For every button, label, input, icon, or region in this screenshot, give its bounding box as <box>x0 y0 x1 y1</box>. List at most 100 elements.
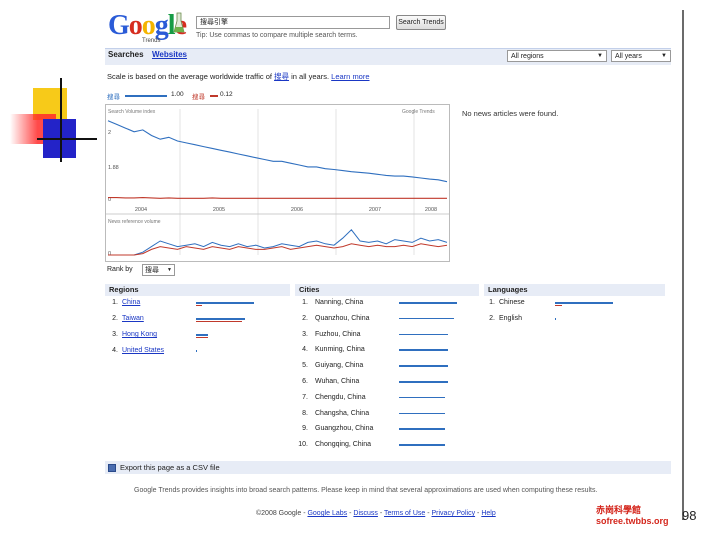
languages-title: Languages <box>488 285 528 294</box>
page-number: 98 <box>682 508 697 523</box>
watermark-line-1: 赤崗科學館 <box>596 505 642 515</box>
watermark: 赤崗科學館 sofree.twbbs.org <box>596 505 669 527</box>
csv-file-icon <box>108 464 116 472</box>
logo-subtitle: Trends <box>142 38 161 44</box>
search-tip: Tip: Use commas to compare multiple sear… <box>196 32 358 39</box>
search-trends-button[interactable]: Search Trends <box>396 15 446 30</box>
chevron-down-icon: ▼ <box>167 267 172 273</box>
scale-suffix: in all years. <box>289 72 330 81</box>
search-input[interactable]: 搜尋引擎 <box>196 16 390 29</box>
row-rank: 8. <box>302 409 308 417</box>
logo-letter: G <box>108 10 130 41</box>
bar-red <box>196 304 202 306</box>
bar-red <box>196 336 208 338</box>
y-tick-label: 1.88 <box>108 165 119 171</box>
bar-blue <box>399 381 449 383</box>
row-rank: 4. <box>112 347 118 354</box>
x-tick-label: 2008 <box>425 207 437 213</box>
legend-swatch-1 <box>125 95 167 97</box>
cities-row-name: Guangzhou, China <box>315 425 374 433</box>
decorative-vertical-line <box>60 78 62 162</box>
cities-title: Cities <box>299 285 320 294</box>
y-tick-label: 2 <box>108 130 111 136</box>
bar-red <box>196 320 243 322</box>
regions-row-name[interactable]: China <box>122 299 140 306</box>
tab-websites[interactable]: Websites <box>152 50 187 59</box>
footer-copyright: ©2008 Google - <box>256 510 308 517</box>
regions-row-name[interactable]: Taiwan <box>122 315 144 322</box>
bar-blue <box>399 365 449 367</box>
scale-term-link[interactable]: 搜尋 <box>274 72 289 81</box>
row-rank: 6. <box>302 378 308 385</box>
region-select-value: All regions <box>511 53 544 60</box>
cities-row-name: Changsha, China <box>315 409 370 417</box>
cities-row-name: Chongqing, China <box>315 441 372 449</box>
cities-row-name: Guiyang, China <box>315 362 364 370</box>
bar-blue <box>399 396 446 399</box>
bar-blue <box>555 302 613 304</box>
x-tick-label: 2004 <box>135 207 147 213</box>
regions-title: Regions <box>109 285 139 294</box>
chevron-down-icon: ▼ <box>597 53 603 59</box>
row-rank: 7. <box>302 393 308 401</box>
logo-letter: o <box>128 10 143 41</box>
row-rank: 4. <box>302 346 308 354</box>
bar-red <box>555 304 562 306</box>
news-message: No news articles were found. <box>462 109 559 118</box>
bar-blue <box>399 349 449 351</box>
rank-by-select[interactable]: 搜尋 ▼ <box>142 264 175 276</box>
trends-chart: Search Volume index Google Trends 2 1.88 0 20… <box>105 104 450 262</box>
chevron-down-icon: ▼ <box>661 53 667 59</box>
footer-links: ©2008 Google - Google Labs - Discuss - T… <box>256 510 496 517</box>
bar-blue <box>399 428 446 430</box>
cities-row-name: Wuhan, China <box>315 378 360 385</box>
scale-note: Scale is based on the average worldwide … <box>107 71 370 82</box>
row-rank: 3. <box>302 330 308 338</box>
panel-source: Google Trends <box>402 109 435 115</box>
cities-row-name: Quanzhou, China <box>315 314 370 322</box>
panel-title: News reference volume <box>108 219 161 225</box>
legend-term-1: 搜尋 <box>107 94 120 101</box>
row-rank: 2. <box>489 315 495 322</box>
flask-icon <box>173 12 185 33</box>
regions-row-name[interactable]: United States <box>122 347 164 354</box>
legend-value-1: 1.00 <box>171 91 184 98</box>
news-series-line-1 <box>108 229 448 256</box>
panel-title: Search Volume index <box>108 109 156 115</box>
legend-swatch-2 <box>210 95 218 97</box>
bar-blue <box>399 317 455 320</box>
legend-item-1[interactable]: 搜尋 1.00 <box>107 91 184 101</box>
rank-by-label: Rank by <box>107 266 133 273</box>
watermark-line-2: sofree.twbbs.org <box>596 516 669 526</box>
x-tick-label: 2007 <box>369 207 381 213</box>
footer-disclaimer: Google Trends provides insights into bro… <box>134 487 598 494</box>
footer-help-link[interactable]: Help <box>481 510 495 517</box>
legend-item-2[interactable]: 搜尋 0.12 <box>192 91 233 101</box>
years-select[interactable]: All years ▼ <box>611 50 671 62</box>
legend-term-2: 搜尋 <box>192 94 205 101</box>
cities-row-name: Fuzhou, China <box>315 330 361 338</box>
region-select[interactable]: All regions ▼ <box>507 50 607 62</box>
x-tick-label: 2006 <box>291 207 303 213</box>
cities-header-bar <box>295 284 479 296</box>
row-rank: 1. <box>112 299 118 306</box>
footer-discuss-link[interactable]: Discuss <box>353 510 378 517</box>
y-tick-label: 0 <box>108 251 111 257</box>
row-rank: 5. <box>302 362 308 370</box>
footer-google-labs-link[interactable]: Google Labs <box>307 510 347 517</box>
learn-more-link[interactable]: Learn more <box>331 72 369 81</box>
languages-row-name: English <box>499 315 522 322</box>
footer-privacy-link[interactable]: Privacy Policy <box>432 510 476 517</box>
bar-blue <box>196 318 246 320</box>
footer-terms-link[interactable]: Terms of Use <box>384 510 425 517</box>
legend-value-2: 0.12 <box>220 91 233 98</box>
row-rank: 2. <box>302 314 308 322</box>
regions-row-name[interactable]: Hong Kong <box>122 331 157 338</box>
bar-blue <box>196 350 198 352</box>
row-rank: 2. <box>112 315 118 322</box>
row-rank: 1. <box>302 299 308 306</box>
x-tick-label: 2005 <box>213 207 225 213</box>
tab-searches[interactable]: Searches <box>108 50 144 59</box>
csv-export-link[interactable]: Export this page as a CSV file <box>120 463 220 472</box>
decorative-horizontal-line <box>37 138 97 140</box>
